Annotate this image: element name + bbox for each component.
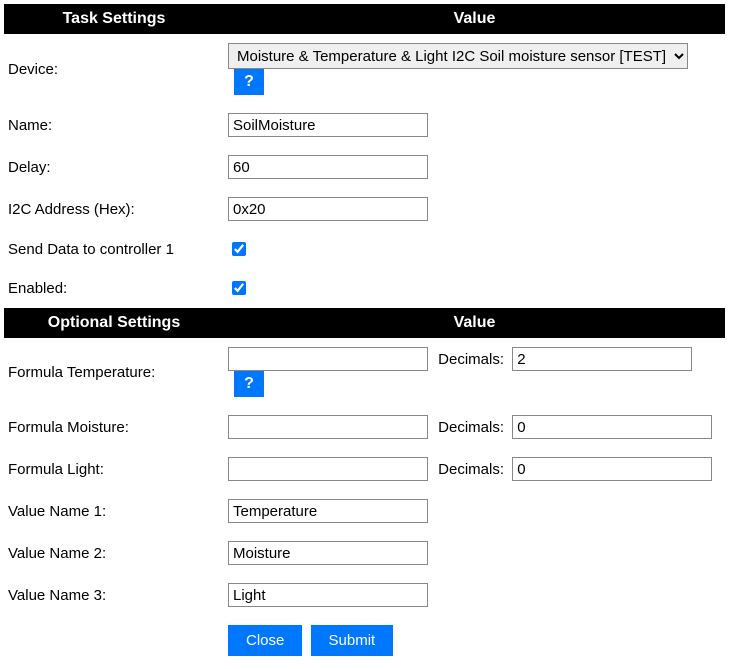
vn3-label: Value Name 3: — [4, 574, 224, 616]
formula-moist-input[interactable] — [228, 415, 428, 439]
vn1-label: Value Name 1: — [4, 490, 224, 532]
device-label: Device: — [4, 34, 224, 104]
value-name-1-input[interactable] — [228, 499, 428, 523]
formula-moist-label: Formula Moisture: — [4, 406, 224, 448]
decimals-temp-input[interactable] — [512, 347, 692, 371]
value-name-2-input[interactable] — [228, 541, 428, 565]
i2c-label: I2C Address (Hex): — [4, 188, 224, 230]
name-input[interactable] — [228, 113, 428, 137]
decimals-label-moist: Decimals: — [438, 419, 504, 436]
delay-input[interactable] — [228, 155, 428, 179]
help-button-device[interactable]: ? — [234, 69, 264, 95]
value-name-3-input[interactable] — [228, 583, 428, 607]
formula-temp-input[interactable] — [228, 347, 428, 371]
senddata-label: Send Data to controller 1 — [4, 230, 224, 269]
formula-light-input[interactable] — [228, 457, 428, 481]
task-settings-value-header: Value — [224, 4, 725, 34]
senddata-checkbox[interactable] — [232, 242, 246, 256]
optional-settings-header: Optional Settings — [4, 308, 224, 338]
decimals-label-light: Decimals: — [438, 461, 504, 478]
optional-settings-value-header: Value — [224, 308, 725, 338]
formula-temp-label: Formula Temperature: — [4, 338, 224, 406]
enabled-label: Enabled: — [4, 269, 224, 308]
close-button[interactable]: Close — [228, 625, 302, 656]
decimals-moist-input[interactable] — [512, 415, 712, 439]
formula-light-label: Formula Light: — [4, 448, 224, 490]
i2c-input[interactable] — [228, 197, 428, 221]
task-settings-header: Task Settings — [4, 4, 224, 34]
enabled-checkbox[interactable] — [232, 281, 246, 295]
help-button-formula[interactable]: ? — [234, 371, 264, 397]
decimals-label-temp: Decimals: — [438, 351, 504, 368]
device-select[interactable]: Moisture & Temperature & Light I2C Soil … — [228, 43, 688, 69]
delay-label: Delay: — [4, 146, 224, 188]
decimals-light-input[interactable] — [512, 457, 712, 481]
name-label: Name: — [4, 104, 224, 146]
submit-button[interactable]: Submit — [311, 625, 394, 656]
vn2-label: Value Name 2: — [4, 532, 224, 574]
